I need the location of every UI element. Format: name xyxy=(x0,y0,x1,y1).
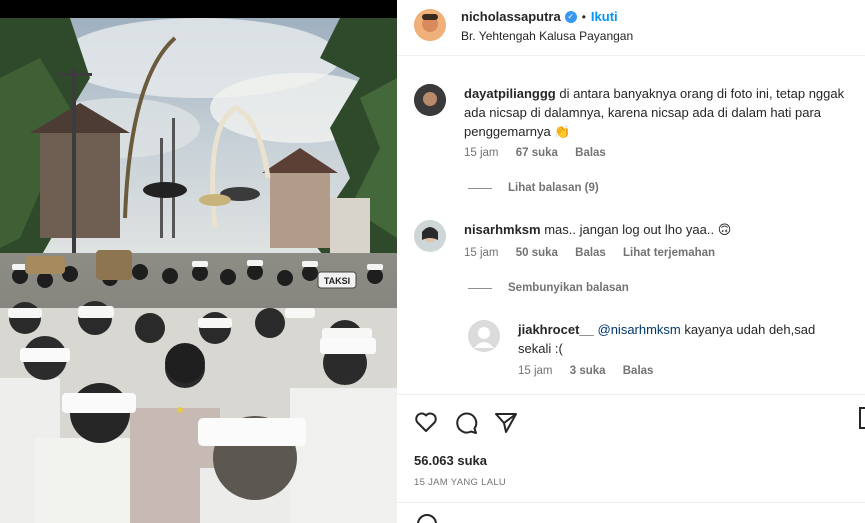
follow-button[interactable]: Ikuti xyxy=(591,9,618,24)
comment-icon[interactable] xyxy=(454,411,478,435)
reply-button[interactable]: Balas xyxy=(575,147,606,159)
reply-button[interactable]: Balas xyxy=(575,247,606,259)
clapping-emoji: 👏 xyxy=(554,124,571,139)
thread-line xyxy=(468,187,492,189)
comment-body: dayatpilianggg di antara banyaknya orang… xyxy=(464,84,854,141)
comment-text: mas.. jangan log out lho yaa.. xyxy=(544,222,715,237)
share-icon[interactable] xyxy=(494,411,518,435)
commenter-avatar[interactable] xyxy=(414,84,446,116)
commenter-avatar[interactable] xyxy=(414,220,446,252)
ceremony-photo: TAKSI xyxy=(0,18,397,523)
comment-username[interactable]: dayatpilianggg xyxy=(464,86,556,101)
emoji-icon[interactable] xyxy=(417,514,437,523)
author-avatar[interactable] xyxy=(414,9,446,41)
reply-body: jiakhrocet__ @nisarhmksm kayanya udah de… xyxy=(518,320,848,358)
author-username[interactable]: nicholassaputra xyxy=(461,9,561,24)
hide-replies-label: Sembunyikan balasan xyxy=(508,282,629,294)
comment-likes[interactable]: 67 suka xyxy=(516,147,558,159)
comment-username[interactable]: nisarhmksm xyxy=(464,222,541,237)
translate-button[interactable]: Lihat terjemahan xyxy=(623,247,715,259)
divider xyxy=(397,502,865,503)
thread-line xyxy=(468,287,492,289)
like-count[interactable]: 56.063 suka xyxy=(414,453,487,468)
reply-mention[interactable]: @nisarhmksm xyxy=(598,322,681,337)
reply-username[interactable]: jiakhrocet__ xyxy=(518,322,594,337)
dot-separator: • xyxy=(581,9,586,24)
post-timestamp[interactable]: 15 JAM YANG LALU xyxy=(414,477,506,488)
comment-likes[interactable]: 50 suka xyxy=(516,247,558,259)
reply-avatar[interactable] xyxy=(468,320,500,352)
reply-likes[interactable]: 3 suka xyxy=(570,365,606,377)
view-replies-button[interactable]: Lihat balasan (9) xyxy=(468,182,599,194)
hide-replies-button[interactable]: Sembunyikan balasan xyxy=(468,282,629,294)
bookmark-icon[interactable] xyxy=(859,407,865,429)
heart-icon[interactable] xyxy=(414,411,438,433)
photo-top-bar xyxy=(0,0,397,18)
post-header: nicholassaputra ✓ • Ikuti Br. Yehtengah … xyxy=(397,0,865,56)
action-bar: 56.063 suka 15 JAM YANG LALU xyxy=(397,394,865,523)
reply-time[interactable]: 15 jam xyxy=(518,365,553,377)
post-location[interactable]: Br. Yehtengah Kalusa Payangan xyxy=(461,29,633,43)
view-replies-label: Lihat balasan (9) xyxy=(508,182,599,194)
comment-meta: 15 jam 50 suka Balas Lihat terjemahan xyxy=(464,247,729,259)
reply-meta: 15 jam 3 suka Balas xyxy=(518,365,667,377)
comments-panel: nicholassaputra ✓ • Ikuti Br. Yehtengah … xyxy=(397,0,865,523)
comment-meta: 15 jam 67 suka Balas xyxy=(464,147,620,159)
comment-body: nisarhmksm mas.. jangan log out lho yaa.… xyxy=(464,220,854,239)
verified-icon: ✓ xyxy=(564,10,577,23)
taxi-sign: TAKSI xyxy=(324,276,350,286)
comment-time[interactable]: 15 jam xyxy=(464,147,499,159)
post-photo[interactable]: TAKSI xyxy=(0,0,397,523)
upside-down-emoji: 🙃 xyxy=(717,222,732,237)
comment-time[interactable]: 15 jam xyxy=(464,247,499,259)
reply-reply-button[interactable]: Balas xyxy=(623,365,654,377)
